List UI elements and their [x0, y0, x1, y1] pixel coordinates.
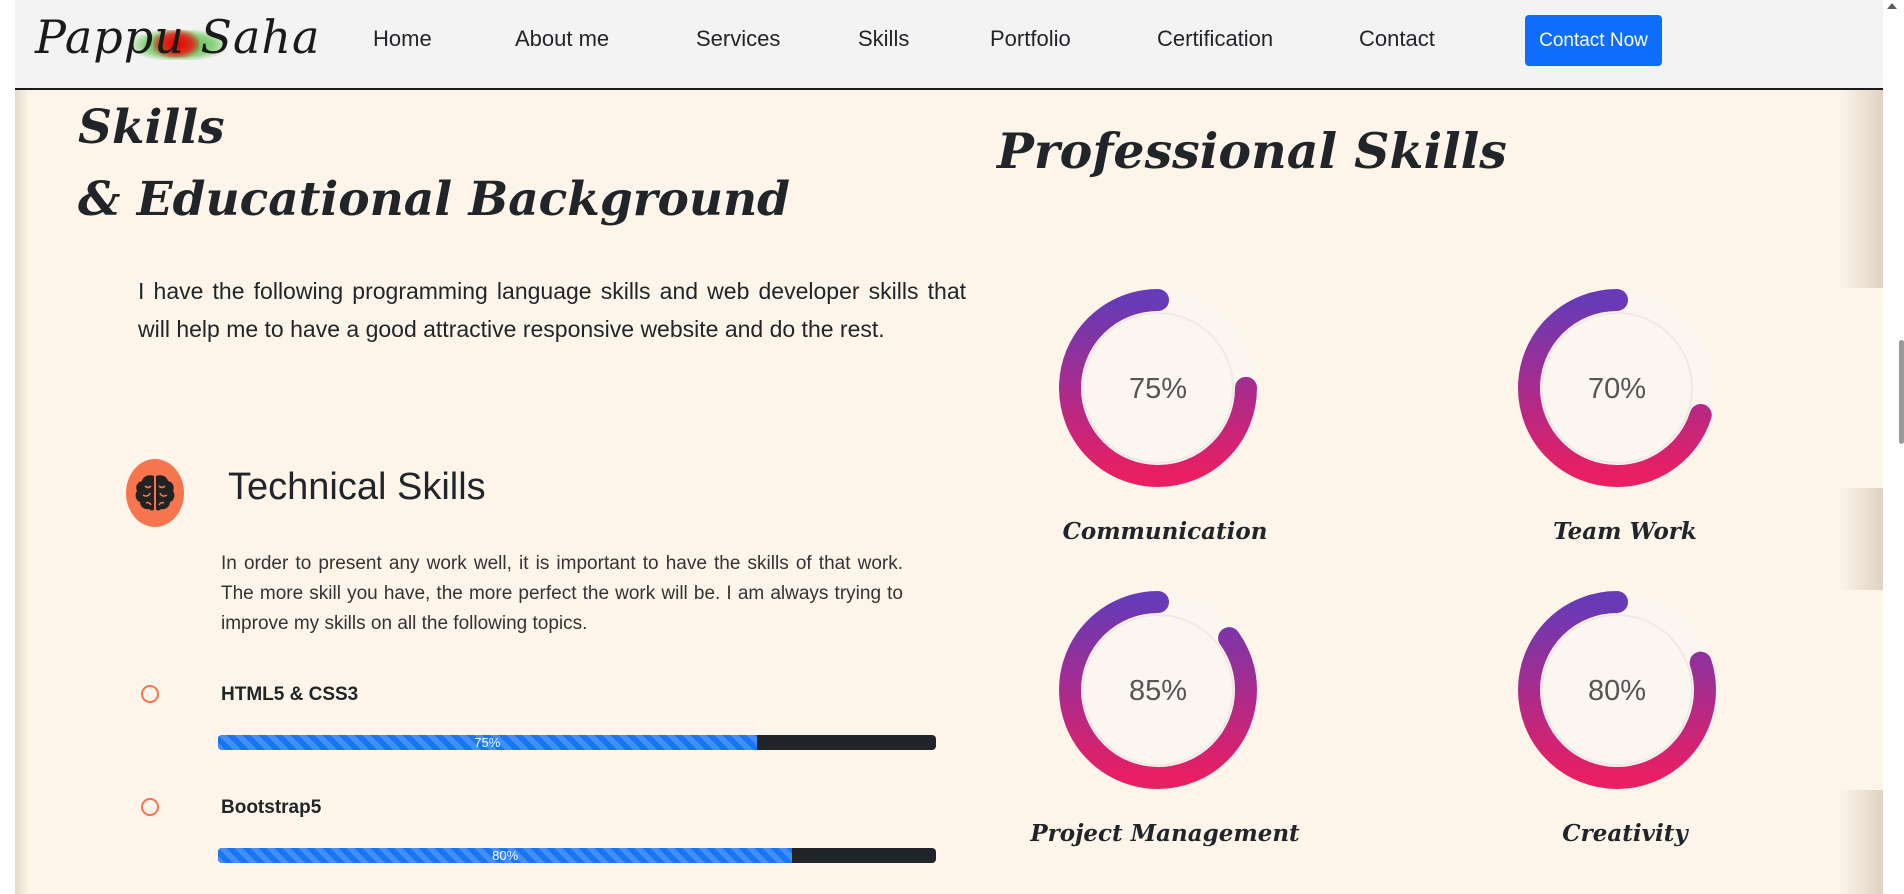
ring-label: Project Management — [1030, 820, 1300, 847]
professional-skills-title: Professional Skills — [997, 122, 1507, 180]
ring-percent-text: 75% — [1129, 373, 1187, 405]
progress-ring: 70% — [1518, 289, 1716, 487]
progress-bar: 75% — [218, 735, 936, 750]
progress-ring: 75% — [1059, 289, 1257, 487]
page-shadow-right — [1838, 790, 1883, 894]
scrollbar-thumb[interactable] — [1899, 340, 1904, 444]
ring-percent-text: 70% — [1588, 373, 1646, 405]
nav-home[interactable]: Home — [373, 26, 432, 52]
technical-skills-description: In order to present any work well, it is… — [221, 553, 903, 634]
ring-percent-text: 80% — [1588, 675, 1646, 707]
ring-label: Communication — [1062, 518, 1268, 545]
nav-about[interactable]: About me — [515, 26, 609, 52]
navbar: Pappu Saha Home About me Services Skills… — [15, 0, 1883, 90]
decor-notch — [1838, 590, 1883, 790]
skills-heading-line1: Skills — [78, 100, 225, 155]
progress-fill: 80% — [218, 848, 793, 863]
skill-name: HTML5 & CSS3 — [221, 684, 359, 705]
nav-skills[interactable]: Skills — [858, 26, 909, 52]
ring-percent-text: 85% — [1129, 675, 1187, 707]
skills-heading-line2: & Educational Background — [78, 172, 791, 227]
progress-ring: 80% — [1518, 591, 1716, 789]
logo-text: Pappu Saha — [35, 10, 321, 64]
bullet-circle-icon — [141, 798, 159, 816]
scrollbar[interactable] — [1883, 0, 1904, 894]
technical-skills-title: Technical Skills — [228, 466, 486, 508]
nav-portfolio[interactable]: Portfolio — [990, 26, 1071, 52]
page-shadow-right — [1838, 488, 1883, 590]
page-shadow-right — [1838, 90, 1883, 288]
page-shadow-left — [15, 90, 29, 894]
decor-notch — [1838, 288, 1883, 488]
nav-contact[interactable]: Contact — [1359, 26, 1435, 52]
skill-name: Bootstrap5 — [221, 797, 322, 818]
logo[interactable]: Pappu Saha — [35, 10, 319, 70]
ring-label: Creativity — [1562, 820, 1688, 847]
contact-now-button[interactable]: Contact Now — [1525, 15, 1662, 66]
ring-label: Team Work — [1553, 518, 1697, 545]
progress-fill: 75% — [218, 735, 757, 750]
nav-services[interactable]: Services — [696, 26, 780, 52]
progress-bar: 80% — [218, 848, 936, 863]
nav-certification[interactable]: Certification — [1157, 26, 1273, 52]
bullet-circle-icon — [141, 685, 159, 703]
skills-heading: Skills & Educational Background — [78, 92, 790, 236]
scroll-up-arrow-icon[interactable] — [1887, 3, 1897, 9]
progress-ring: 85% — [1059, 591, 1257, 789]
brain-icon — [126, 459, 184, 527]
skills-intro: I have the following programming languag… — [138, 278, 966, 342]
